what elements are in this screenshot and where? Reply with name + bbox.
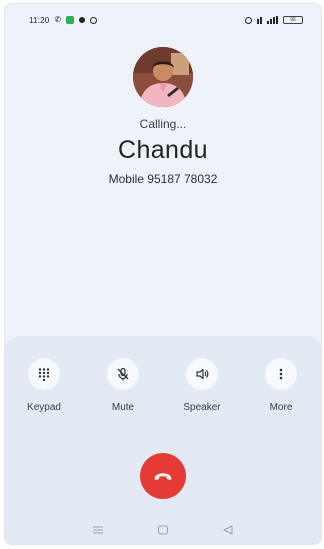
status-left: 11:20 ✆: [29, 15, 98, 25]
app-notification-icon: [66, 16, 75, 24]
contact-name: Chandu: [118, 136, 208, 164]
contact-number: Mobile 95187 78032: [108, 172, 218, 186]
contact-avatar: [133, 47, 193, 107]
speaker-button[interactable]: Speaker: [177, 358, 227, 413]
back-button[interactable]: [220, 524, 236, 536]
call-controls-row: Keypad Mute Speaker More: [5, 358, 321, 413]
speaker-button-circle[interactable]: [186, 358, 218, 390]
more-button[interactable]: More: [256, 358, 306, 413]
status-time: 11:20: [29, 15, 50, 25]
recents-button[interactable]: [90, 524, 106, 536]
signal-icon: [267, 16, 278, 24]
status-right: 96: [245, 16, 303, 24]
vibrate-icon: [257, 16, 262, 24]
keypad-button[interactable]: Keypad: [19, 358, 69, 413]
call-controls-sheet: Keypad Mute Speaker More: [5, 336, 321, 544]
more-button-circle[interactable]: [265, 358, 297, 390]
more-vertical-icon: [279, 368, 283, 380]
phone-screen: 11:20 ✆ 96 Calling... Chandu Mobile 9518…: [4, 3, 322, 545]
keypad-label: Keypad: [27, 402, 61, 413]
speaker-icon: [196, 368, 209, 380]
mute-button[interactable]: Mute: [98, 358, 148, 413]
call-status: Calling...: [139, 117, 187, 131]
call-active-icon: ✆: [54, 15, 62, 24]
back-triangle-icon: [223, 525, 233, 535]
keypad-icon: [38, 368, 50, 381]
mute-label: Mute: [111, 402, 135, 413]
home-square-icon: [157, 525, 168, 535]
alarm-icon: [245, 16, 252, 24]
more-label: More: [269, 402, 293, 413]
mic-off-icon: [117, 367, 129, 381]
status-bar: 11:20 ✆ 96: [29, 12, 303, 28]
speaker-label: Speaker: [183, 402, 221, 413]
menu-lines-icon: [92, 526, 103, 534]
sync-icon: [90, 16, 98, 24]
keypad-button-circle[interactable]: [28, 358, 60, 390]
avatar-photo-icon: [133, 47, 193, 107]
battery-icon: 96: [283, 16, 303, 24]
end-call-icon: [154, 473, 172, 480]
mute-button-circle[interactable]: [107, 358, 139, 390]
home-button[interactable]: [155, 524, 171, 536]
end-call-button[interactable]: [140, 453, 186, 499]
notification-dot-icon: [79, 17, 86, 23]
system-nav-bar: [5, 524, 321, 536]
